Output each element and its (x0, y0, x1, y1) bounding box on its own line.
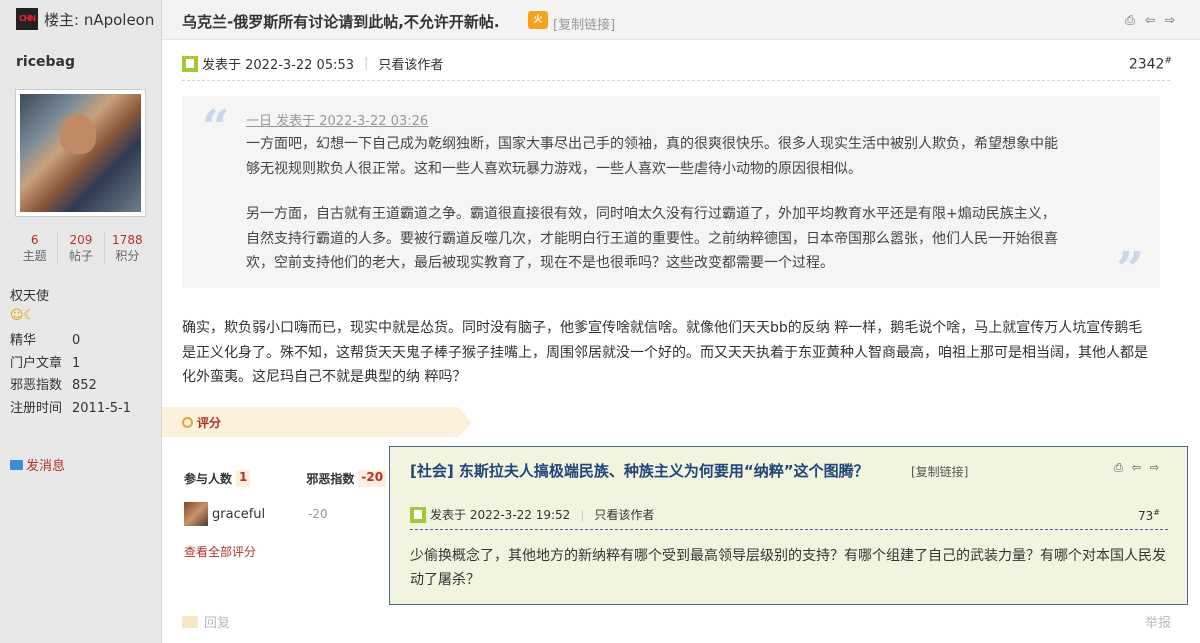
author-username[interactable]: ricebag (16, 54, 75, 70)
rating-label: 评分 (182, 414, 221, 431)
post-author-icon (182, 55, 198, 72)
evil-index-label: 邪恶指数 (306, 472, 355, 486)
rating-row: graceful (184, 502, 265, 526)
post-divider (182, 80, 1170, 81)
stat-points[interactable]: 1788 积分 (105, 232, 150, 265)
info-key: 精华 (10, 333, 37, 348)
stat-posts-label: 帖子 (68, 249, 93, 263)
copy-link-button[interactable]: [复制链接] (553, 14, 615, 33)
rater-name[interactable]: graceful (212, 507, 265, 522)
rating-circle-icon (182, 417, 193, 428)
send-message-label: 发消息 (26, 459, 66, 474)
info-key: 门户文章 (10, 355, 63, 371)
post-body: 确实，欺负弱小口嗨而已，现实中就是怂货。同时没有脑子，他爹宣传啥就信啥。就像他们… (182, 320, 1148, 385)
op-label[interactable]: 楼主: nApoleon (44, 9, 154, 30)
info-row: 门户文章 1 (10, 353, 131, 376)
quote-block: “ 一日 发表于 2022-3-22 03:26 一方面吧，幻想一下自己成为乾纲… (182, 96, 1160, 298)
stat-threads-label: 主题 (22, 249, 47, 263)
stat-threads-value: 6 (30, 233, 39, 247)
info-value: 0 (72, 333, 81, 348)
quote-paragraph: 一方面吧，幻想一下自己成为乾纲独断，国家大事尽出己手的领袖，真的很爽很快乐。很多… (246, 136, 1058, 177)
popup-title[interactable]: [社会] 东斯拉夫人搞极端民族、种族主义为何要用“纳粹”这个图腾？ (410, 460, 869, 481)
prev-thread-icon[interactable]: ⇦ (1130, 462, 1143, 474)
prev-thread-icon[interactable]: ⇦ (1143, 14, 1157, 27)
popup-post-time: 发表于 2022-3-22 19:52 (430, 508, 571, 522)
info-key: 邪恶指数 (10, 378, 63, 393)
info-value: 852 (72, 378, 97, 393)
stat-posts-value: 209 (69, 233, 93, 247)
info-row: 注册时间 2011-5-1 (10, 398, 131, 421)
stat-posts[interactable]: 209 帖子 (58, 232, 105, 265)
floor-number[interactable]: 2342# (1129, 56, 1172, 73)
rating-summary: 参与人数 1 邪恶指数 -20 (184, 470, 387, 487)
thread-preview-popup: [社会] 东斯拉夫人搞极端民族、种族主义为何要用“纳粹”这个图腾？ [复制链接]… (389, 446, 1188, 605)
report-link[interactable]: 举报 (1145, 612, 1171, 631)
thread-title: 乌克兰-俄罗斯所有讨论请到此帖,不允许开新帖. (182, 13, 500, 31)
quote-source-link[interactable]: 一日 发表于 2022-3-22 03:26 (246, 110, 428, 129)
info-value: 1 (72, 355, 81, 371)
popup-only-author-link[interactable]: 只看该作者 (594, 506, 654, 523)
popup-body: 少偷换概念了，其他地方的新纳粹有哪个受到最高领导层级别的支持？有哪个组建了自己的… (410, 548, 1166, 588)
popup-divider (410, 529, 1168, 530)
print-icon[interactable]: ⎙ (1112, 462, 1125, 474)
participants-count: 1 (236, 470, 251, 487)
next-thread-icon[interactable]: ⇨ (1148, 462, 1161, 474)
rater-avatar[interactable] (184, 502, 208, 526)
reply-link[interactable]: 回复 (182, 612, 230, 631)
site-logo: CHN (16, 8, 38, 30)
participants-label: 参与人数 (184, 472, 233, 486)
thread-tools: ⎙ ⇦ ⇨ (1123, 14, 1177, 27)
info-row: 精华 0 (10, 330, 131, 353)
stat-threads[interactable]: 6 主题 (12, 232, 59, 265)
only-author-link[interactable]: 只看该作者 (378, 54, 443, 73)
quote-open-icon: “ (202, 100, 230, 156)
stat-points-value: 1788 (112, 233, 143, 247)
send-message-link[interactable]: 发消息 (10, 455, 65, 474)
info-key: 注册时间 (10, 400, 63, 416)
author-info: 精华 0 门户文章 1 邪恶指数 852 注册时间 2011-5-1 (10, 330, 131, 420)
user-group: 权天使 (10, 289, 50, 304)
rating-bar: 评分 (162, 407, 472, 437)
popup-copy-link[interactable]: [复制链接] (911, 463, 968, 480)
popup-tools: ⎙ ⇦ ⇨ (1112, 462, 1161, 474)
thread-header: CHN 楼主: nApoleon 乌克兰-俄罗斯所有讨论请到此帖,不允许开新帖.… (0, 0, 1200, 40)
post-meta: 发表于 2022-3-22 05:53 | 只看该作者 (182, 54, 443, 73)
quote-paragraph: 另一方面，自古就有王道霸道之争。霸道很直接很有效，同时咱太久没有行过霸道了，外加… (246, 206, 1058, 271)
medal-icons: ☺☾ (10, 308, 36, 323)
info-row: 邪恶指数 852 (10, 375, 131, 398)
info-value: 2011-5-1 (72, 400, 132, 416)
popup-post-meta: 发表于 2022-3-22 19:52 | 只看该作者 (410, 506, 654, 523)
rating-score: -20 (308, 507, 328, 521)
reply-icon (182, 615, 198, 628)
op-header: CHN 楼主: nApoleon (0, 0, 162, 40)
author-sidebar: ricebag 6 主题 209 帖子 1788 积分 权天使 ☺☾ 精华 0 … (0, 40, 162, 643)
view-all-ratings-link[interactable]: 查看全部评分 (184, 543, 256, 560)
hot-thread-icon: 火 (528, 11, 548, 29)
print-icon[interactable]: ⎙ (1123, 14, 1137, 27)
quote-close-icon: ” (1116, 242, 1144, 298)
popup-floor-number[interactable]: 73# (1138, 508, 1160, 523)
mail-icon (10, 459, 23, 470)
next-thread-icon[interactable]: ⇨ (1163, 14, 1177, 27)
author-avatar[interactable] (15, 89, 146, 217)
evil-index-total: -20 (358, 470, 387, 487)
author-stats: 6 主题 209 帖子 1788 积分 (12, 232, 150, 265)
stat-points-label: 积分 (115, 249, 140, 263)
post-author-icon (410, 506, 426, 523)
post-time: 发表于 2022-3-22 05:53 (202, 58, 355, 73)
